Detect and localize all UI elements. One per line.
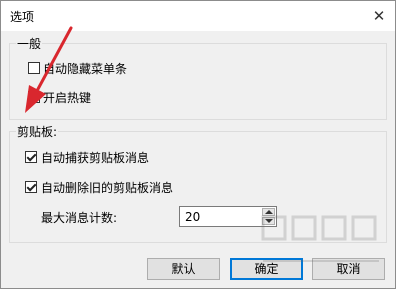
options-dialog: 选项 ✕ 一般 自动隐藏菜单条 开启热键 剪贴板: 自动捕获剪贴板消息 自动删除… <box>0 0 396 289</box>
watermark-logo-icon <box>261 215 379 262</box>
